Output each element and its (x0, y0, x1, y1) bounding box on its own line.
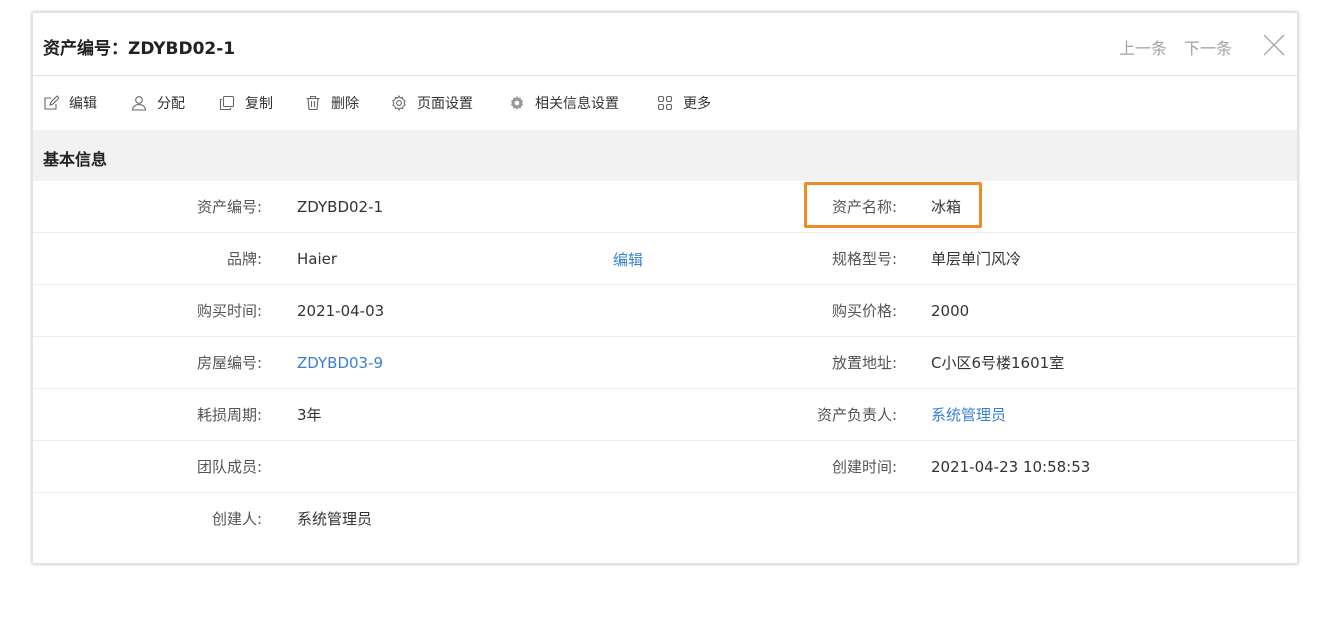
field-value-asset-owner-link[interactable]: 系统管理员 (931, 389, 1006, 441)
field-row: 品牌: Haier 规格型号: 单层单门风冷 (33, 233, 1297, 285)
related-info-settings-button[interactable]: 相关信息设置 (509, 94, 619, 112)
field-label-purchase-price: 购买价格: (831, 302, 897, 320)
assign-button-label: 分配 (157, 96, 185, 112)
edit-button[interactable]: 编辑 (43, 94, 97, 112)
more-button-label: 更多 (683, 96, 711, 112)
field-label-location: 放置地址: (831, 354, 897, 372)
field-grid: 资产编号: ZDYBD02-1 资产名称: 冰箱 品牌: Haier 规格型号:… (33, 181, 1297, 545)
field-label-team-members: 团队成员: (196, 458, 262, 476)
field-row: 耗损周期: 3年 资产负责人: 系统管理员 (33, 389, 1297, 441)
asset-detail-panel: 资产编号：ZDYBD02-1 上一条 下一条 编辑 分配 复制 删除 页面设置 … (32, 12, 1298, 564)
field-label-creator: 创建人: (211, 510, 262, 528)
detail-header: 资产编号：ZDYBD02-1 上一条 下一条 (33, 13, 1297, 76)
field-label-asset-name: 资产名称: (831, 198, 897, 216)
edit-button-label: 编辑 (69, 96, 97, 112)
page-title: 资产编号：ZDYBD02-1 (43, 39, 236, 59)
copy-button[interactable]: 复制 (219, 94, 273, 112)
field-label-house-code: 房屋编号: (196, 354, 262, 372)
field-row: 创建人: 系统管理员 (33, 493, 1297, 545)
field-row: 房屋编号: ZDYBD03-9 放置地址: C小区6号楼1601室 (33, 337, 1297, 389)
copy-icon (219, 95, 235, 111)
field-label-asset-owner: 资产负责人: (816, 406, 897, 424)
field-value-creator: 系统管理员 (297, 510, 373, 528)
section-edit-link[interactable]: 编辑 (613, 249, 643, 270)
user-icon (131, 96, 147, 111)
section-title: 基本信息 (43, 150, 108, 169)
field-label-created-time: 创建时间: (831, 458, 897, 476)
delete-button[interactable]: 删除 (305, 94, 359, 112)
page-settings-button[interactable]: 页面设置 (391, 94, 473, 112)
field-value-brand: Haier (297, 250, 338, 268)
field-value-purchase-date: 2021-04-03 (297, 302, 385, 320)
gear-icon (392, 95, 406, 111)
copy-button-label: 复制 (245, 96, 273, 112)
related-info-settings-label: 相关信息设置 (535, 96, 619, 112)
field-label-asset-code: 资产编号: (196, 198, 262, 216)
field-row: 购买时间: 2021-04-03 购买价格: 2000 (33, 285, 1297, 337)
field-label-purchase-date: 购买时间: (196, 302, 262, 320)
delete-button-label: 删除 (331, 96, 359, 112)
basic-info-section-header: 基本信息 (33, 130, 1297, 181)
field-value-location: C小区6号楼1601室 (931, 354, 1065, 372)
action-toolbar: 编辑 分配 复制 删除 页面设置 相关信息设置 更多 (33, 76, 1297, 130)
field-value-depreciation-cycle: 3年 (297, 406, 322, 424)
close-icon[interactable] (1263, 34, 1285, 56)
edit-icon (44, 95, 59, 110)
prev-record-link[interactable]: 上一条 (1119, 35, 1167, 59)
field-label-depreciation-cycle: 耗损周期: (196, 406, 262, 424)
page-settings-label: 页面设置 (417, 96, 473, 112)
grid-icon (657, 95, 673, 111)
field-row: 资产编号: ZDYBD02-1 资产名称: 冰箱 (33, 181, 1297, 233)
next-record-link[interactable]: 下一条 (1184, 35, 1232, 59)
field-label-model: 规格型号: (831, 250, 897, 268)
field-value-house-code-link[interactable]: ZDYBD03-9 (297, 337, 383, 389)
trash-icon (306, 95, 320, 111)
field-value-asset-name: 冰箱 (931, 198, 962, 216)
more-button[interactable]: 更多 (657, 94, 711, 112)
field-row: 团队成员: 创建时间: 2021-04-23 10:58:53 (33, 441, 1297, 493)
gear-filled-icon (510, 96, 524, 110)
field-value-asset-code: ZDYBD02-1 (297, 198, 384, 216)
field-value-purchase-price: 2000 (931, 302, 970, 320)
assign-button[interactable]: 分配 (131, 94, 185, 112)
field-value-created-time: 2021-04-23 10:58:53 (931, 458, 1091, 476)
field-label-brand: 品牌: (226, 250, 262, 268)
field-value-model: 单层单门风冷 (931, 250, 1022, 268)
